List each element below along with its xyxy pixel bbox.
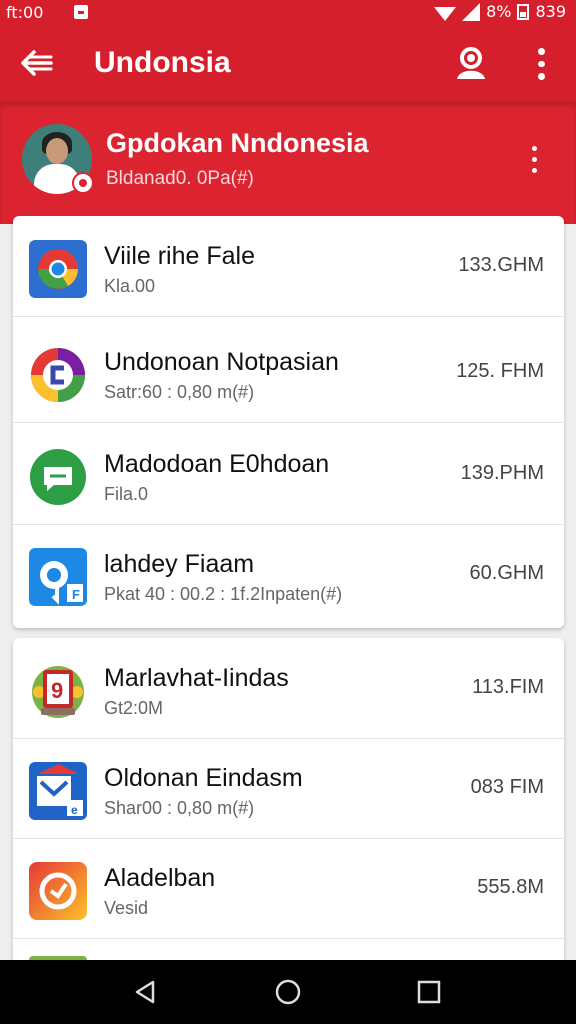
item-title: Undonoan Notpasian — [104, 348, 339, 376]
browser-icon — [31, 348, 85, 402]
item-subtitle: Satr:60 : 0,80 m(#) — [104, 382, 255, 402]
item-size: 133.GHM — [458, 254, 544, 276]
list-item[interactable]: F lahdey Fiaam Pkat 40 : 00.2 : 1f.2Inpa… — [13, 524, 564, 624]
back-arrow-icon — [21, 50, 53, 76]
status-right: 8% 839 — [434, 2, 566, 21]
signal-icon — [462, 2, 481, 21]
item-subtitle: Kla.00 — [104, 276, 156, 296]
notification-icon — [74, 5, 88, 19]
list-item[interactable]: Aladelban Vesid 555.8M — [13, 838, 564, 939]
item-title: Aladelban — [104, 864, 216, 892]
item-size: 139.PHM — [460, 462, 544, 484]
account-button[interactable] — [452, 44, 490, 82]
status-time: ft:00 — [6, 3, 44, 22]
account-icon — [457, 47, 485, 79]
app-list-card-2: 9 Marlavhat-Iindas Gt2:0M 113.FIM e Oldo… — [13, 638, 564, 968]
page-title: Undonsia — [94, 46, 231, 79]
overflow-menu-button[interactable] — [528, 48, 554, 81]
profile-subtitle: Bldanad0. 0Pa(#) — [106, 168, 254, 189]
list-item[interactable]: 9 Marlavhat-Iindas Gt2:0M 113.FIM — [13, 638, 564, 739]
mail-icon: e — [29, 762, 87, 820]
item-subtitle: Vesid — [104, 898, 149, 918]
status-clock: 839 — [535, 2, 566, 21]
list-item[interactable]: Undonoan Notpasian Satr:60 : 0,80 m(#) 1… — [13, 322, 564, 423]
item-size: 125. FHM — [456, 360, 544, 382]
item-size: 60.GHM — [469, 562, 544, 584]
app-list-card-1: Viile rihe Fale Kla.00 133.GHM Undonoan … — [13, 216, 564, 628]
nav-back-icon[interactable] — [131, 978, 159, 1006]
chrome-icon — [29, 240, 87, 298]
wifi-icon — [434, 6, 457, 21]
item-subtitle: Shar00 : 0,80 m(#) — [104, 798, 255, 818]
profile-more-button[interactable] — [532, 146, 537, 173]
chat-icon — [30, 449, 86, 505]
nav-home-icon[interactable] — [274, 978, 302, 1006]
profile-name: Gpdokan Nndonesia — [106, 128, 369, 158]
item-subtitle: Pkat 40 : 00.2 : 1f.2Inpaten(#) — [104, 584, 343, 604]
profile-header: Gpdokan Nndonesia Bldanad0. 0Pa(#) — [0, 102, 576, 224]
battery-percent: 8% — [486, 2, 512, 21]
back-button[interactable] — [20, 48, 54, 78]
item-title: Oldonan Eindasm — [104, 764, 303, 792]
status-bar: ft:00 8% 839 — [0, 0, 576, 26]
avatar-badge-icon — [72, 172, 94, 194]
system-navigation-bar — [0, 960, 576, 1024]
app-toolbar: Undonsia — [0, 26, 576, 102]
map-icon: F — [29, 548, 87, 606]
nav-recents-icon[interactable] — [415, 978, 443, 1006]
svg-text:e: e — [71, 803, 78, 817]
item-title: Marlavhat-Iindas — [104, 664, 289, 692]
clock-icon — [29, 862, 87, 920]
svg-text:9: 9 — [51, 678, 63, 703]
list-item[interactable]: e Oldonan Eindasm Shar00 : 0,80 m(#) 083… — [13, 738, 564, 839]
item-subtitle: Gt2:0M — [104, 698, 164, 718]
battery-icon — [517, 3, 530, 20]
emblem-icon: 9 — [32, 666, 84, 718]
list-item[interactable]: Viile rihe Fale Kla.00 133.GHM — [13, 216, 564, 317]
item-subtitle: Fila.0 — [104, 484, 149, 504]
item-size: 555.8M — [477, 876, 544, 898]
item-title: Viile rihe Fale — [104, 242, 256, 270]
svg-text:F: F — [72, 587, 80, 602]
item-title: Madodoan E0hdoan — [104, 450, 330, 478]
item-size: 083 FIM — [470, 776, 544, 798]
list-item[interactable]: Madodoan E0hdoan Fila.0 139.PHM — [13, 424, 564, 525]
item-title: lahdey Fiaam — [104, 550, 255, 578]
item-size: 113.FIM — [472, 676, 544, 698]
